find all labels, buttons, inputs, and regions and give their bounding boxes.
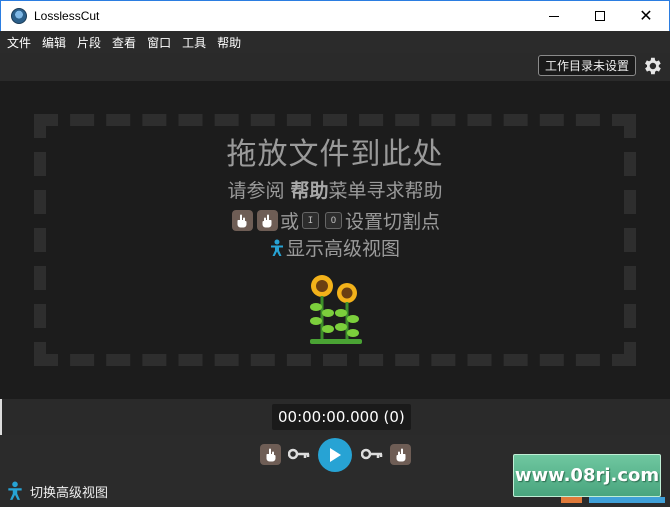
menu-view[interactable]: 查看	[112, 34, 136, 51]
close-button[interactable]: ✕	[623, 1, 669, 31]
cut-or-text: 或	[279, 211, 299, 233]
timecode-display[interactable]: 00:00:00.000 (0)	[272, 404, 411, 430]
gear-icon[interactable]	[641, 55, 663, 77]
play-button[interactable]	[318, 438, 352, 472]
maximize-icon	[595, 11, 605, 21]
sunflower-icon	[310, 275, 362, 344]
set-end-hand-icon	[256, 210, 278, 231]
workdir-button[interactable]: 工作目录未设置	[537, 55, 636, 76]
advanced-view-hint: 显示高级视图	[0, 234, 670, 261]
app-icon	[11, 8, 27, 24]
close-icon: ✕	[639, 6, 653, 25]
menu-segments[interactable]: 片段	[77, 34, 101, 51]
menu-bar: 文件 编辑 片段 查看 窗口 工具 帮助	[0, 31, 670, 53]
play-icon	[330, 448, 341, 462]
help-suffix: 菜单寻求帮助	[328, 180, 443, 202]
help-hint: 请参阅 帮助菜单寻求帮助	[0, 176, 670, 203]
top-toolbar: 工作目录未设置	[0, 53, 670, 81]
hand-right-icon	[396, 448, 406, 461]
watermark-tab-orange	[561, 497, 582, 503]
cutpoint-hint: 或 I O 设置切割点	[0, 207, 670, 234]
advanced-view-text: 显示高级视图	[285, 238, 400, 260]
menu-tools[interactable]: 工具	[182, 34, 206, 51]
window-title: LosslessCut	[34, 9, 100, 23]
window-controls: ✕	[531, 1, 669, 31]
jump-start-key-icon[interactable]	[288, 447, 310, 461]
menu-help[interactable]: 帮助	[217, 34, 241, 51]
watermark: www.08rj.com	[513, 454, 661, 497]
drop-title: 拖放文件到此处	[226, 137, 444, 172]
set-start-hand-icon	[231, 210, 253, 231]
title-bar: LosslessCut ✕	[0, 0, 670, 31]
person-icon	[270, 239, 283, 256]
timeline[interactable]: 00:00:00.000 (0)	[0, 399, 670, 435]
minimize-icon	[549, 15, 559, 17]
help-menu-link: 帮助	[290, 180, 329, 202]
minimize-button[interactable]	[531, 1, 577, 31]
toggle-advanced-view[interactable]: 切换高级视图	[7, 481, 108, 501]
set-cut-start-button[interactable]	[260, 444, 281, 465]
menu-edit[interactable]: 编辑	[42, 34, 66, 51]
menu-window[interactable]: 窗口	[147, 34, 171, 51]
person-icon	[8, 481, 22, 500]
menu-file[interactable]: 文件	[7, 34, 31, 51]
key-i-icon: I	[302, 212, 319, 229]
toggle-advanced-label: 切换高级视图	[30, 485, 109, 501]
help-prefix: 请参阅	[227, 180, 291, 202]
watermark-tab-blue	[589, 497, 665, 503]
cut-suffix-text: 设置切割点	[345, 211, 441, 233]
maximize-button[interactable]	[577, 1, 623, 31]
jump-end-key-icon[interactable]	[361, 447, 383, 461]
hand-left-icon	[265, 448, 275, 461]
key-o-icon: O	[325, 212, 342, 229]
set-cut-end-button[interactable]	[390, 444, 411, 465]
drop-area[interactable]: 拖放文件到此处 请参阅 帮助菜单寻求帮助 或 I O 设置切割点 显示高级视图	[0, 81, 670, 399]
